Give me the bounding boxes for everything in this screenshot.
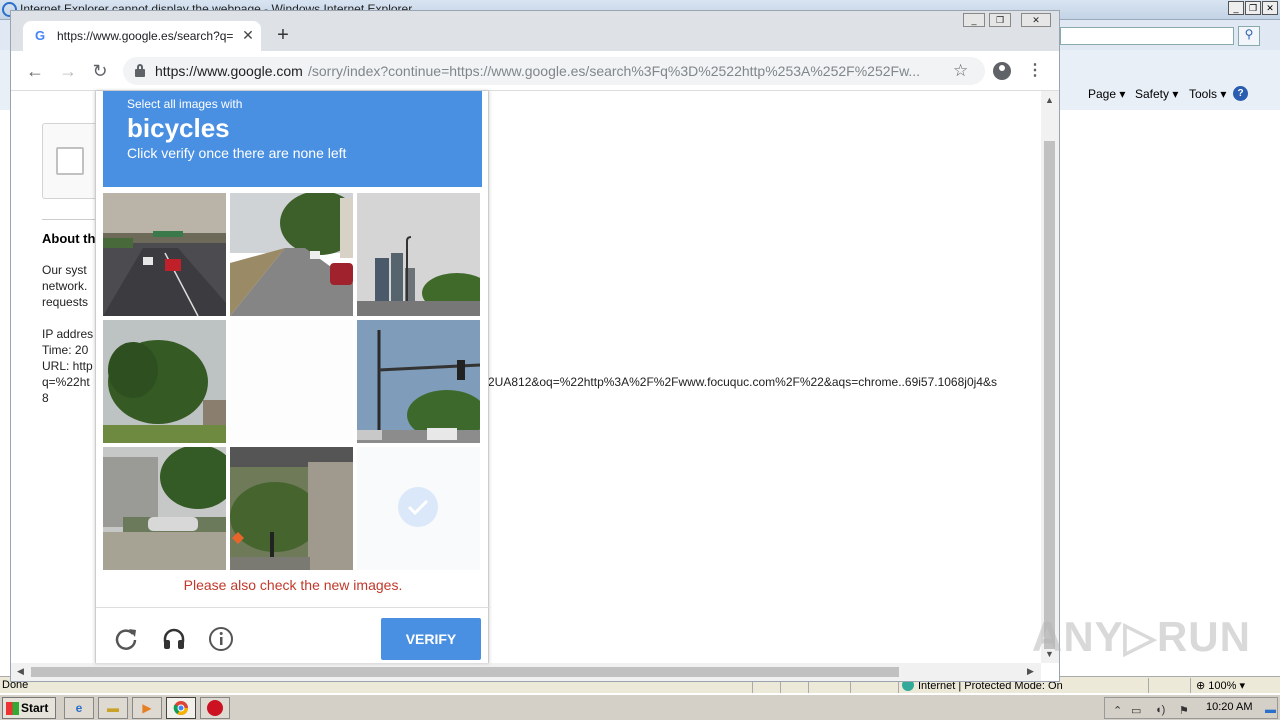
im-not-a-robot-checkbox[interactable] bbox=[56, 147, 84, 175]
tray-arrow-icon[interactable]: ⌃ bbox=[1113, 704, 1122, 717]
challenge-header: Select all images with bicycles Click ve… bbox=[103, 91, 482, 187]
anyrun-watermark: ANY▷RUN bbox=[1032, 613, 1251, 660]
tools-menu[interactable]: Tools ▾ bbox=[1189, 87, 1226, 101]
info-line: IP addres bbox=[42, 327, 94, 341]
image-tile-highway-overpass[interactable] bbox=[103, 193, 226, 316]
bookmark-star-icon[interactable]: ☆ bbox=[953, 61, 968, 81]
about-text-line: Our syst bbox=[42, 263, 87, 277]
scroll-left-icon[interactable]: ◀ bbox=[17, 666, 24, 677]
info-line: 8 bbox=[42, 391, 49, 405]
search-icon[interactable]: ⚲ bbox=[1238, 26, 1260, 46]
start-button[interactable]: Start bbox=[2, 697, 56, 719]
restore-icon[interactable]: ❐ bbox=[1245, 1, 1261, 15]
image-tile-grid bbox=[103, 193, 482, 572]
ie-taskbar-icon[interactable]: e bbox=[64, 697, 94, 719]
image-tile-traffic-light[interactable] bbox=[357, 320, 480, 443]
lock-icon[interactable] bbox=[135, 64, 145, 77]
challenge-subtext: Click verify once there are none left bbox=[127, 145, 347, 161]
chrome-toolbar: ← → ↻ https://www.google.com /sorry/inde… bbox=[11, 51, 1059, 91]
new-tab-icon[interactable]: + bbox=[273, 25, 293, 45]
browser-tab[interactable]: G https://www.google.es/search?q=% ✕ bbox=[23, 21, 261, 51]
about-heading: About th bbox=[42, 231, 96, 246]
recaptcha-anchor bbox=[42, 123, 102, 199]
zoom-level[interactable]: ⊕ 100% ▾ bbox=[1196, 679, 1245, 692]
account-icon[interactable] bbox=[993, 62, 1011, 80]
ie-search-input[interactable] bbox=[1060, 27, 1234, 45]
verify-button[interactable]: VERIFY bbox=[381, 618, 481, 660]
image-tile-towers-streetlight[interactable] bbox=[357, 193, 480, 316]
forward-arrow-icon[interactable]: → bbox=[58, 61, 78, 81]
safety-menu[interactable]: Safety ▾ bbox=[1135, 87, 1178, 101]
image-tile-street-trees[interactable] bbox=[230, 193, 353, 316]
back-arrow-icon[interactable]: ← bbox=[25, 61, 45, 81]
challenge-footer: VERIFY bbox=[96, 607, 490, 663]
reload-icon[interactable]: ↻ bbox=[90, 61, 110, 81]
omnibox[interactable]: https://www.google.com /sorry/index?cont… bbox=[123, 57, 985, 85]
horizontal-scroll-thumb[interactable] bbox=[31, 667, 899, 677]
tab-title: https://www.google.es/search?q=% bbox=[57, 29, 233, 43]
challenge-error-message: Please also check the new images. bbox=[183, 577, 403, 593]
tab-close-icon[interactable]: ✕ bbox=[239, 26, 257, 44]
volume-icon[interactable]: ◖) bbox=[1155, 704, 1165, 716]
media-player-taskbar-icon[interactable]: ▶ bbox=[132, 697, 162, 719]
reload-challenge-icon[interactable] bbox=[113, 626, 139, 652]
clock[interactable]: 10:20 AM bbox=[1206, 701, 1252, 713]
close-icon[interactable]: ✕ bbox=[1262, 1, 1278, 15]
audio-challenge-headphones-icon[interactable] bbox=[161, 626, 187, 652]
url-path: /sorry/index?continue=https://www.google… bbox=[308, 63, 921, 79]
folder-taskbar-icon[interactable]: ▬ bbox=[98, 697, 128, 719]
recaptcha-challenge: Select all images with bicycles Click ve… bbox=[95, 91, 490, 663]
horizontal-scrollbar[interactable]: ◀ ▶ bbox=[11, 663, 1041, 681]
image-tile-blank[interactable] bbox=[230, 320, 353, 443]
image-tile-bridge-pillar[interactable] bbox=[230, 447, 353, 570]
scroll-up-icon[interactable]: ▲ bbox=[1045, 95, 1054, 105]
chrome-close-icon[interactable]: ✕ bbox=[1021, 13, 1051, 27]
chrome-taskbar-icon[interactable] bbox=[166, 697, 196, 719]
image-tile-tree-house[interactable] bbox=[103, 320, 226, 443]
image-tile-house-car[interactable] bbox=[103, 447, 226, 570]
challenge-instruction: Select all images with bbox=[127, 97, 243, 111]
minimize-icon[interactable]: _ bbox=[1228, 1, 1244, 15]
url-host: https://www.google.com bbox=[155, 63, 303, 79]
tab-strip: G https://www.google.es/search?q=% ✕ + _… bbox=[11, 11, 1059, 51]
info-line: Time: 20 bbox=[42, 343, 89, 357]
info-line: URL: http bbox=[42, 359, 93, 373]
google-favicon-icon: G bbox=[35, 28, 46, 43]
challenge-keyword: bicycles bbox=[127, 113, 230, 143]
vertical-scrollbar[interactable]: ▲ ▼ bbox=[1041, 91, 1059, 663]
windows-flag-icon bbox=[6, 702, 19, 715]
action-center-flag-icon[interactable]: ⚑ bbox=[1179, 704, 1189, 717]
taskbar: Start e ▬ ▶ ⌃ ▭ ◖) ⚑ ▬ 10:20 AM bbox=[0, 694, 1280, 720]
network-icon[interactable]: ▭ bbox=[1131, 704, 1141, 717]
start-label: Start bbox=[21, 701, 49, 715]
zoom-value: 100% bbox=[1208, 680, 1237, 692]
opera-taskbar-icon[interactable] bbox=[200, 697, 230, 719]
about-text-line: network. bbox=[42, 279, 88, 293]
chrome-restore-icon[interactable]: ❐ bbox=[989, 13, 1011, 27]
show-desktop-icon[interactable]: ▬ bbox=[1265, 704, 1276, 716]
url-tail-text: 2UA812&oq=%22http%3A%2F%2Fwww.focuquc.co… bbox=[488, 375, 997, 389]
image-tile-selected-faded[interactable] bbox=[357, 447, 480, 570]
vertical-scroll-thumb[interactable] bbox=[1044, 141, 1055, 649]
help-icon[interactable]: ? bbox=[1233, 86, 1248, 101]
divider bbox=[42, 219, 102, 220]
chrome-minimize-icon[interactable]: _ bbox=[963, 13, 985, 27]
info-icon[interactable] bbox=[208, 626, 234, 652]
about-text-line: requests bbox=[42, 295, 89, 309]
info-line: q=%22ht bbox=[42, 375, 90, 389]
page-menu[interactable]: Page ▾ bbox=[1088, 87, 1125, 101]
scroll-right-icon[interactable]: ▶ bbox=[1027, 666, 1034, 677]
kebab-menu-icon[interactable]: ⋮ bbox=[1027, 60, 1043, 80]
chrome-window: G https://www.google.es/search?q=% ✕ + _… bbox=[10, 10, 1060, 682]
